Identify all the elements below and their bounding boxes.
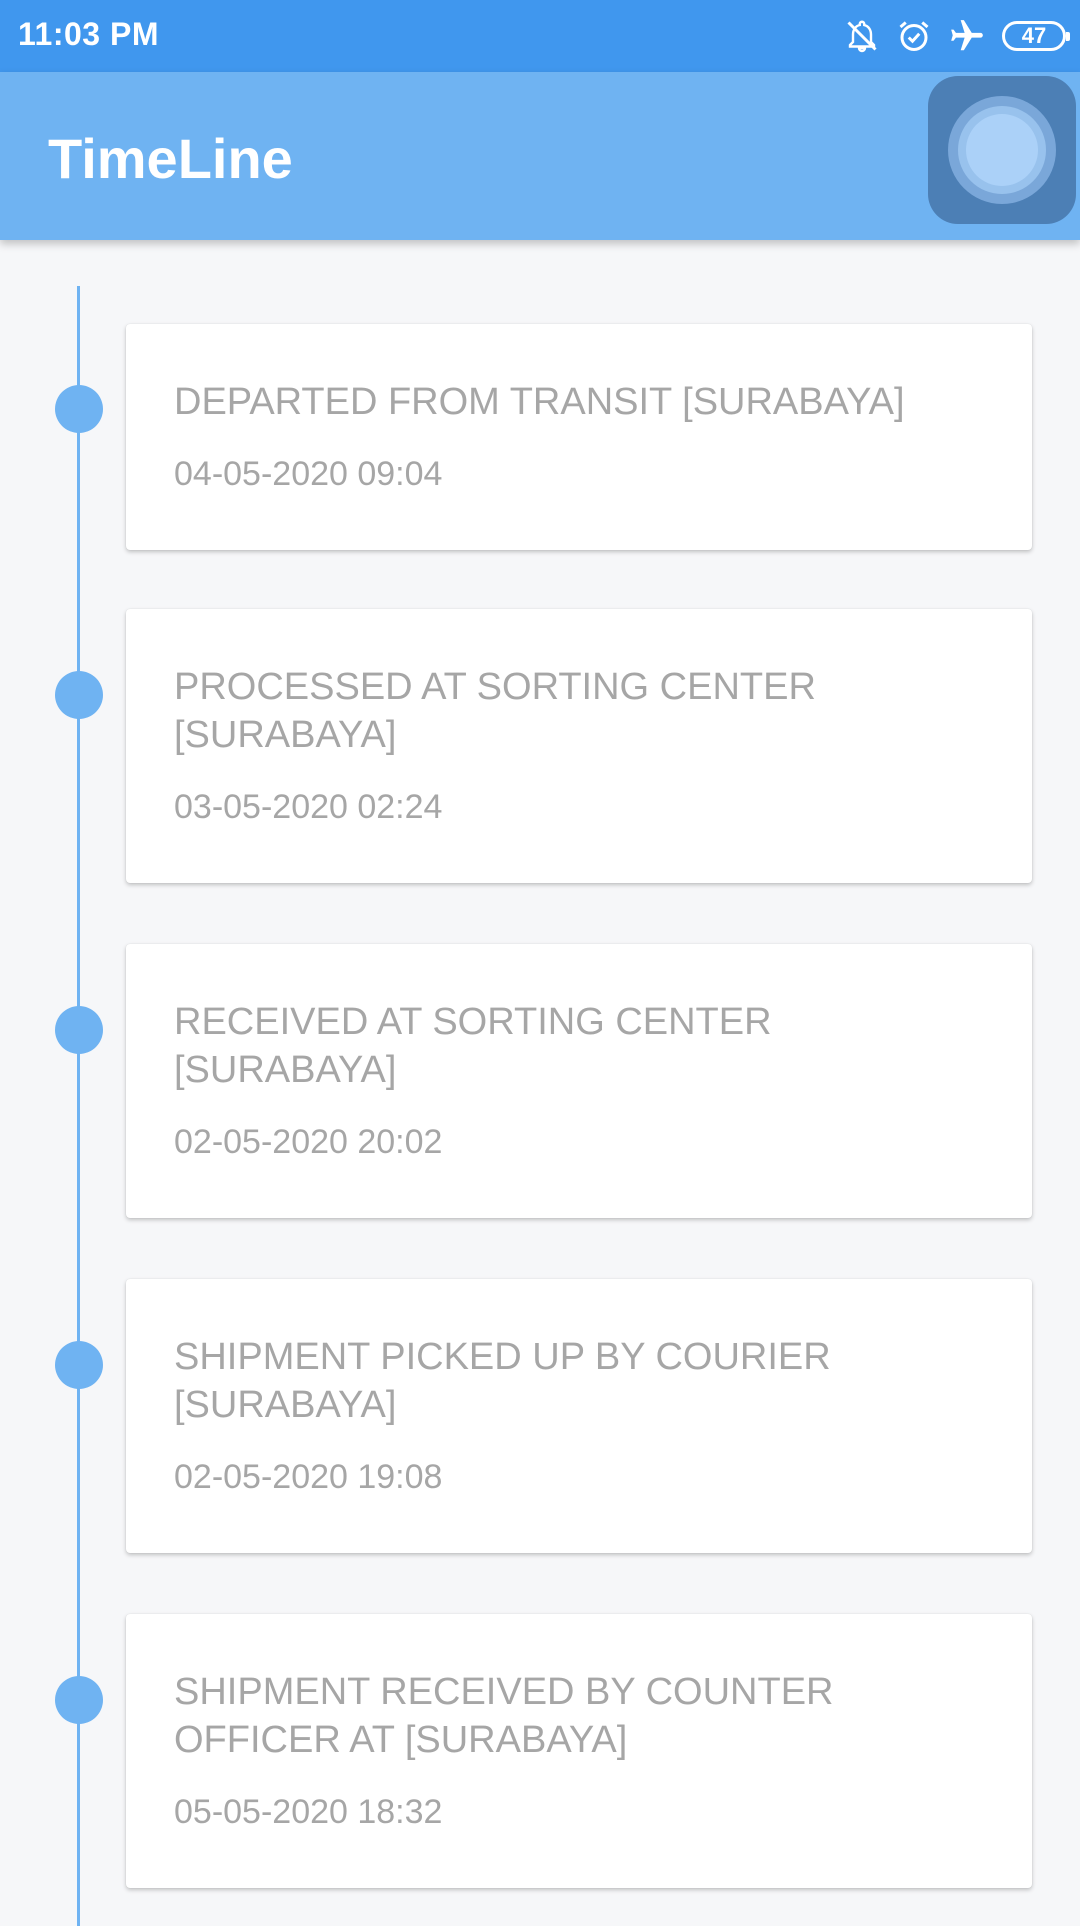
assistive-touch-button[interactable] <box>928 76 1076 224</box>
status-bar: 11:03 PM 47 <box>0 0 1080 72</box>
event-title: DEPARTED FROM TRANSIT [SURABAYA] <box>174 381 905 423</box>
event-title: PROCESSED AT SORTING CENTER [SURABAYA] <box>174 666 816 756</box>
timeline-dot <box>55 385 103 433</box>
event-card[interactable]: RECEIVED AT SORTING CENTER [SURABAYA] 02… <box>126 944 1032 1218</box>
page-title: TimeLine <box>48 127 293 190</box>
timeline-dot <box>55 1676 103 1724</box>
event-card[interactable]: DEPARTED FROM TRANSIT [SURABAYA] 04-05-2… <box>126 324 1032 550</box>
alarm-icon <box>896 18 932 54</box>
event-title: RECEIVED AT SORTING CENTER [SURABAYA] <box>174 1001 772 1091</box>
event-card[interactable]: SHIPMENT RECEIVED BY COUNTER OFFICER AT … <box>126 1614 1032 1888</box>
app-bar: TimeLine <box>0 72 1080 240</box>
event-card[interactable]: PROCESSED AT SORTING CENTER [SURABAYA] 0… <box>126 609 1032 883</box>
notifications-off-icon <box>844 18 880 54</box>
assistive-touch-icon <box>948 96 1056 204</box>
timeline-dot <box>55 1006 103 1054</box>
event-date: 03-05-2020 02:24 <box>174 788 443 826</box>
event-title: SHIPMENT PICKED UP BY COURIER [SURABAYA] <box>174 1336 831 1426</box>
event-date: 05-05-2020 18:32 <box>174 1793 443 1831</box>
status-icons: 47 <box>844 14 1070 58</box>
timeline: DEPARTED FROM TRANSIT [SURABAYA] 04-05-2… <box>0 240 1080 1926</box>
event-title: SHIPMENT RECEIVED BY COUNTER OFFICER AT … <box>174 1671 834 1761</box>
battery-icon: 47 <box>1002 21 1070 51</box>
airplane-mode-icon <box>948 17 986 55</box>
battery-level: 47 <box>1021 23 1047 48</box>
timeline-dot <box>55 1341 103 1389</box>
event-date: 02-05-2020 19:08 <box>174 1458 443 1496</box>
status-time: 11:03 PM <box>18 16 159 52</box>
event-card[interactable]: SHIPMENT PICKED UP BY COURIER [SURABAYA]… <box>126 1279 1032 1553</box>
event-date: 02-05-2020 20:02 <box>174 1123 443 1161</box>
timeline-dot <box>55 671 103 719</box>
event-date: 04-05-2020 09:04 <box>174 455 443 493</box>
